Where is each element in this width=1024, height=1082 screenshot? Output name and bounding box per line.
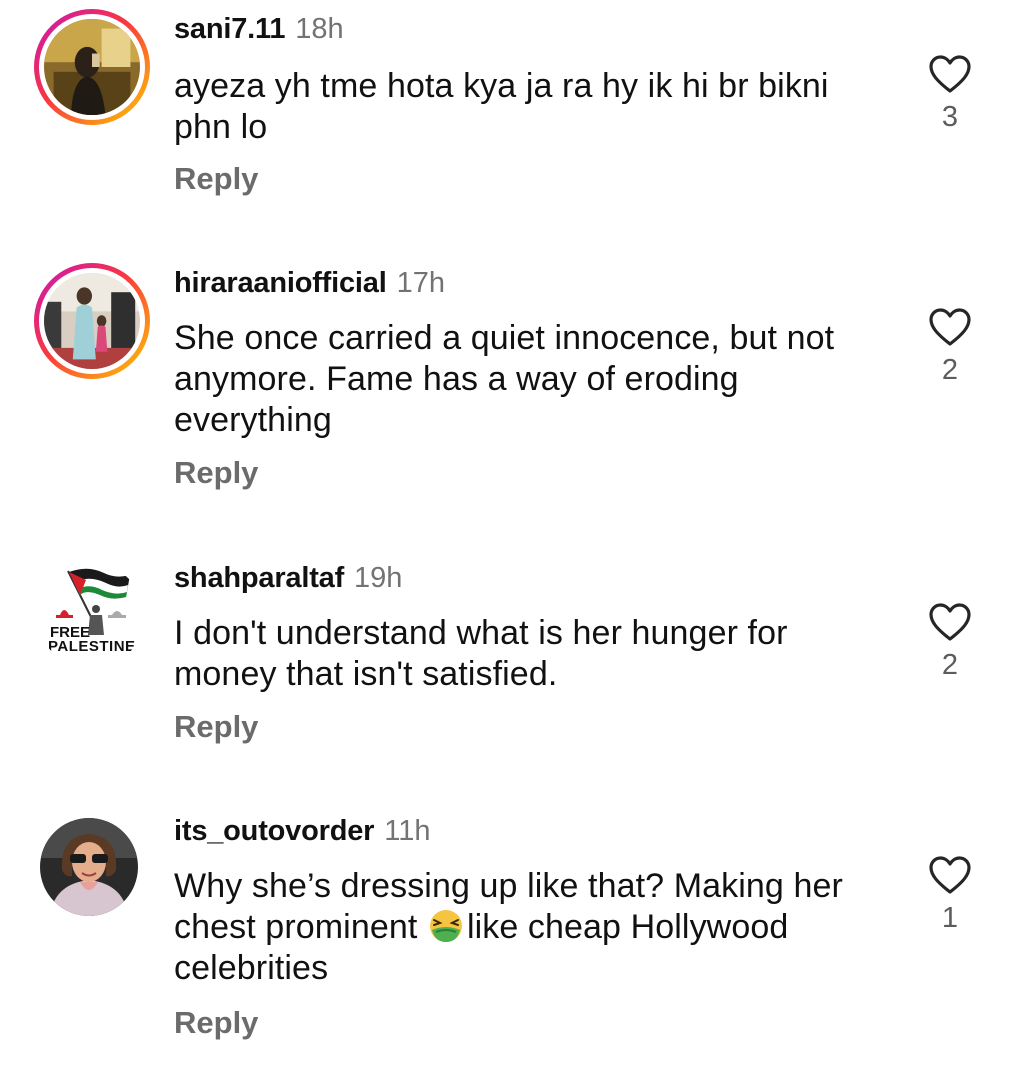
like-button[interactable]: 1	[926, 855, 974, 935]
avatar-photo	[40, 818, 138, 916]
comment-header: its_outovorder 11h	[174, 814, 430, 848]
avatar[interactable]	[40, 818, 138, 916]
username[interactable]: shahparaltaf	[174, 562, 344, 594]
username[interactable]: its_outovorder	[174, 815, 374, 847]
heart-outline-icon	[929, 603, 971, 641]
timestamp: 18h	[295, 13, 344, 45]
avatar-caption: FREE PALESTINE	[48, 624, 136, 655]
avatar[interactable]	[34, 9, 150, 125]
timestamp: 19h	[354, 562, 403, 594]
like-button[interactable]: 3	[926, 54, 974, 134]
username[interactable]: sani7.11	[174, 13, 285, 45]
comment-header: shahparaltaf 19h	[174, 561, 402, 595]
reply-button[interactable]: Reply	[174, 1005, 258, 1041]
like-count: 3	[941, 101, 959, 133]
comment-header: hiraraaniofficial 17h	[174, 266, 445, 300]
username[interactable]: hiraraaniofficial	[174, 267, 387, 299]
reply-button[interactable]: Reply	[174, 161, 258, 197]
like-count: 2	[941, 649, 959, 681]
comment-text: I don't understand what is her hunger fo…	[174, 614, 788, 693]
like-button[interactable]: 2	[926, 307, 974, 387]
like-count: 2	[941, 354, 959, 386]
nauseated-face-emoji	[429, 910, 462, 942]
like-count: 1	[941, 902, 959, 934]
comment-text: Why she’s dressing up like that? Making …	[174, 866, 884, 989]
reply-button[interactable]: Reply	[174, 455, 258, 491]
timestamp: 11h	[384, 815, 431, 847]
reply-button[interactable]: Reply	[174, 709, 258, 745]
heart-outline-icon	[929, 308, 971, 346]
heart-outline-icon	[929, 856, 971, 894]
comment-header: sani7.11 18h	[174, 12, 344, 46]
avatar[interactable]: FREE PALESTINE	[38, 563, 144, 669]
comment-text: She once carried a quiet innocence, but …	[174, 319, 835, 439]
avatar-photo	[44, 19, 140, 115]
avatar-photo	[44, 273, 140, 369]
timestamp: 17h	[396, 267, 445, 299]
like-button[interactable]: 2	[926, 602, 974, 682]
heart-outline-icon	[929, 55, 971, 93]
avatar[interactable]	[34, 263, 150, 379]
comment-text: ayeza yh tme hota kya ja ra hy ik hi br …	[174, 67, 829, 146]
